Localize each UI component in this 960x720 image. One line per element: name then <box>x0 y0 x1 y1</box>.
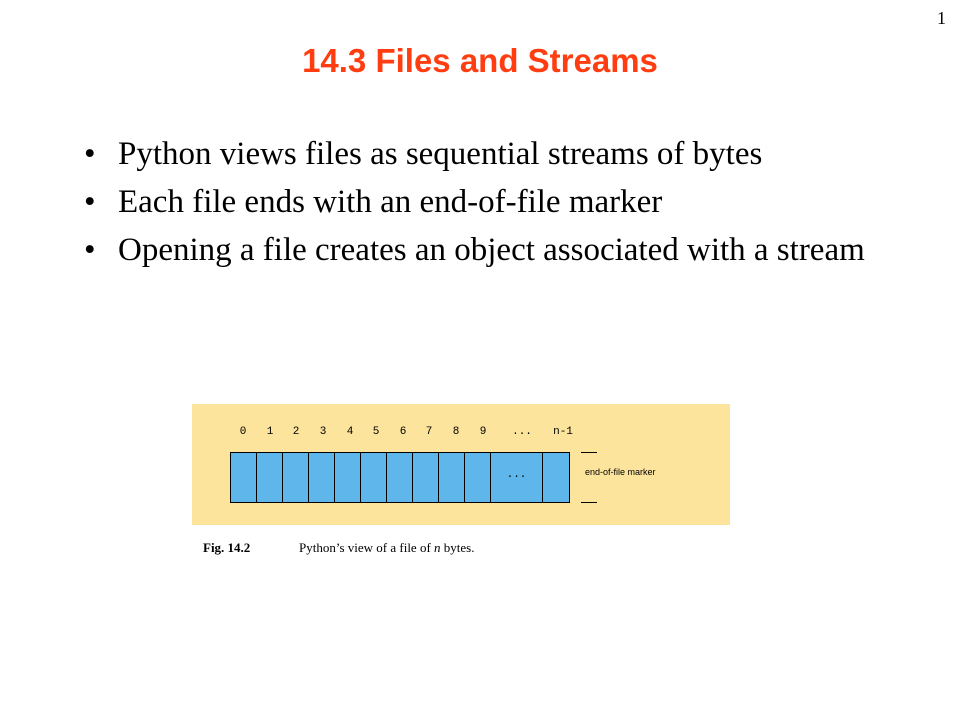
byte-index-label: 5 <box>372 426 380 438</box>
byte-index-label: 7 <box>425 426 433 438</box>
file-stream-figure: 0 1 2 3 4 5 6 7 8 9 ... n-1 ... end-of-f… <box>192 404 730 525</box>
byte-cell <box>257 453 283 502</box>
byte-index-label: 8 <box>452 426 460 438</box>
bullet-item: • Opening a file creates an object assoc… <box>84 232 874 269</box>
figure-caption: Fig. 14.2 Python’s view of a file of n by… <box>203 540 475 556</box>
bullet-icon: • <box>84 136 96 172</box>
eof-marker-top-line <box>581 452 597 453</box>
byte-cell <box>231 453 257 502</box>
caption-label: Fig. 14.2 <box>203 540 251 555</box>
page-number: 1 <box>937 8 946 28</box>
bullet-text: Opening a file creates an object associa… <box>118 232 865 268</box>
byte-cell <box>361 453 387 502</box>
bullet-text: Python views files as sequential streams… <box>118 136 763 172</box>
byte-cell <box>465 453 491 502</box>
bullet-text: Each file ends with an end-of-file marke… <box>118 184 663 220</box>
byte-cell <box>439 453 465 502</box>
byte-cell <box>335 453 361 502</box>
bullet-list: • Python views files as sequential strea… <box>84 136 874 280</box>
eof-marker-bottom-line <box>581 502 597 503</box>
byte-index-label: ... <box>512 426 532 438</box>
eof-marker-label: end-of-file marker <box>585 467 656 477</box>
byte-cell <box>413 453 439 502</box>
byte-cell <box>283 453 309 502</box>
bullet-icon: • <box>84 184 96 220</box>
caption-text-before: Python’s view of a file of <box>299 540 435 555</box>
byte-cell-ellipsis: ... <box>491 453 543 502</box>
byte-index-label: n-1 <box>553 426 573 438</box>
byte-cell <box>543 453 569 502</box>
bullet-item: • Each file ends with an end-of-file mar… <box>84 184 874 221</box>
byte-index-label: 0 <box>239 426 247 438</box>
caption-text-after: bytes. <box>440 540 475 555</box>
cell-ellipsis-text: ... <box>506 469 527 481</box>
byte-index-label: 4 <box>346 426 354 438</box>
byte-cell <box>309 453 335 502</box>
byte-index-label: 2 <box>292 426 300 438</box>
byte-index-label: 9 <box>479 426 487 438</box>
slide-title: 14.3 Files and Streams <box>302 42 658 79</box>
byte-cells: ... <box>230 452 570 503</box>
bullet-item: • Python views files as sequential strea… <box>84 136 874 173</box>
byte-index-label: 3 <box>319 426 327 438</box>
bullet-icon: • <box>84 232 96 268</box>
byte-index-label: 1 <box>266 426 274 438</box>
byte-cell <box>387 453 413 502</box>
byte-index-label: 6 <box>399 426 407 438</box>
